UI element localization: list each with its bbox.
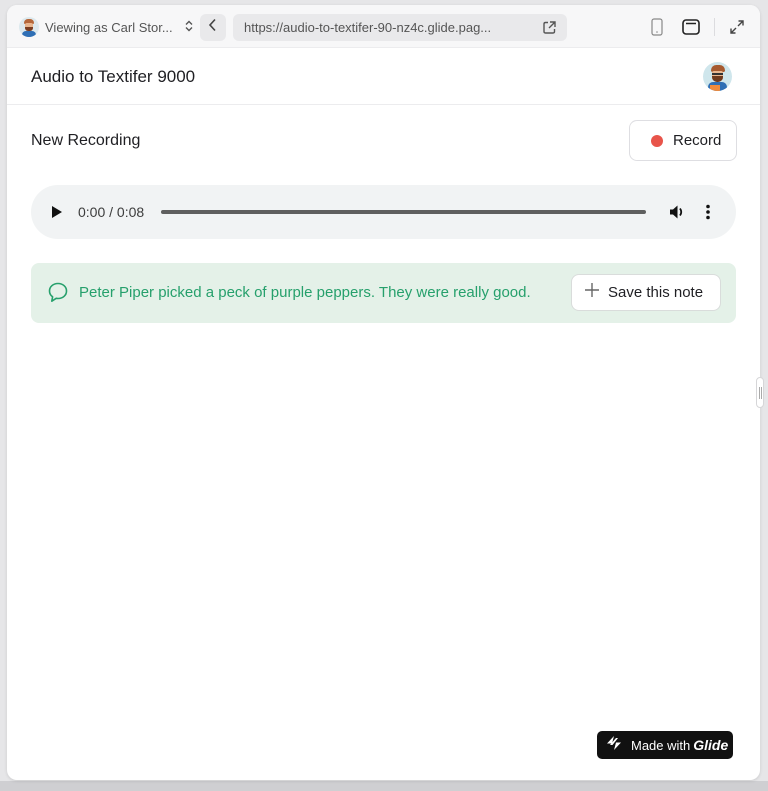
more-options-icon[interactable] [705,203,711,226]
section-title: New Recording [31,132,141,149]
url-text: https://audio-to-textifer-90-nz4c.glide.… [244,20,492,35]
toolbar-divider [714,18,715,36]
user-avatar[interactable] [703,62,732,91]
transcription-note: Peter Piper picked a peck of purple pepp… [31,263,736,323]
record-button[interactable]: Record [629,120,737,161]
url-field[interactable]: https://audio-to-textifer-90-nz4c.glide.… [233,14,567,41]
app-preview-frame: Viewing as Carl Stor... https://audio-to… [7,5,760,780]
external-link-icon[interactable] [542,20,557,40]
viewer-avatar [19,17,39,37]
glide-logo-icon [605,735,623,756]
made-with-glide-badge[interactable]: Made with Glide [597,731,733,759]
badge-prefix: Made with [631,737,691,753]
background-strip [0,781,768,791]
transcription-text: Peter Piper picked a peck of purple pepp… [79,284,531,301]
expand-icon[interactable] [727,17,747,37]
audio-progress-slider[interactable] [161,210,646,214]
save-note-label: Save this note [608,284,704,301]
play-icon[interactable] [51,205,63,224]
record-label: Record [673,132,722,149]
audio-time: 0:00 / 0:08 [78,204,145,220]
speech-bubble-icon [48,282,68,308]
desktop-view-icon[interactable] [681,17,701,37]
chevron-left-icon [208,18,218,37]
plus-icon [584,282,600,303]
viewing-as-label: Viewing as Carl Stor... [45,19,173,35]
audio-player: 0:00 / 0:08 [31,185,736,239]
chevron-up-down-icon [185,20,193,35]
volume-icon[interactable] [668,203,686,226]
app-title: Audio to Textifer 9000 [31,67,196,86]
app-header: Audio to Textifer 9000 [7,48,760,105]
viewing-as-selector[interactable]: Viewing as Carl Stor... [19,15,193,39]
back-button[interactable] [200,14,226,41]
badge-brand: Glide [693,737,729,753]
preview-toolbar: Viewing as Carl Stor... https://audio-to… [7,5,760,48]
phone-view-icon[interactable] [647,17,667,37]
record-dot-icon [651,134,663,147]
save-note-button[interactable]: Save this note [571,274,721,311]
device-toggle-group [647,17,747,37]
resize-handle[interactable] [756,377,764,408]
